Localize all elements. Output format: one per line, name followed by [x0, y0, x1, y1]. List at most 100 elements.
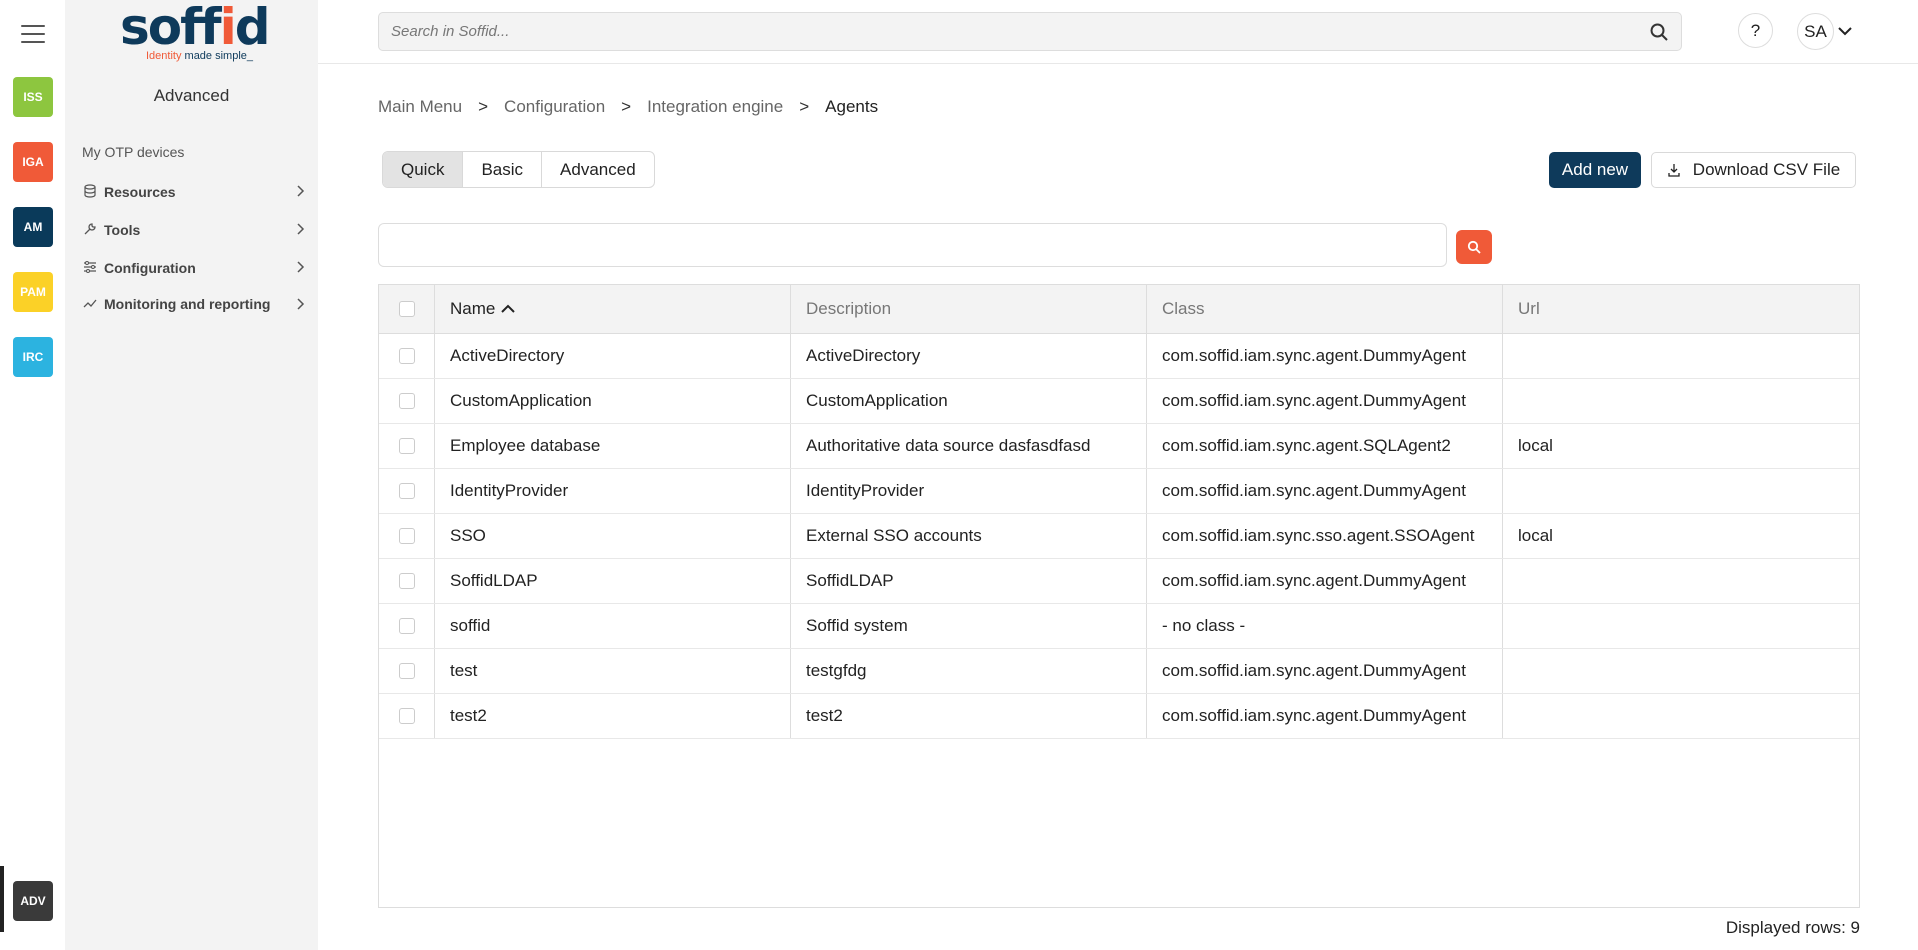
cell-url [1503, 334, 1859, 378]
download-csv-button[interactable]: Download CSV File [1651, 152, 1856, 188]
module-pam-button[interactable]: PAM [13, 272, 53, 312]
menu-item-monitoring[interactable]: Monitoring and reporting [82, 293, 307, 316]
module-iss-button[interactable]: ISS [13, 77, 53, 117]
agents-table: Name Description Class Url ActiveDirecto… [378, 284, 1860, 908]
logo-tag-a: Identity [146, 50, 182, 62]
logo-tag-b: made simple_ [181, 50, 254, 62]
cell-name: SSO [435, 514, 791, 558]
logo-text-i: i [219, 0, 237, 56]
menu-item-configuration[interactable]: Configuration [82, 257, 307, 279]
row-checkbox[interactable] [398, 483, 415, 499]
chart-line-icon [82, 294, 98, 316]
cell-description: SoffidLDAP [791, 559, 1147, 603]
menu-item-tools[interactable]: Tools [82, 219, 307, 241]
global-search-input[interactable] [379, 13, 1619, 50]
avatar: SA [1797, 13, 1834, 50]
row-select-cell [379, 694, 435, 738]
table-row[interactable]: Employee database Authoritative data sour… [379, 424, 1859, 469]
download-csv-label: Download CSV File [1692, 160, 1841, 179]
cell-url [1503, 694, 1859, 738]
module-irc-button[interactable]: IRC [13, 337, 53, 377]
menu-item-label: Monitoring and reporting [82, 293, 295, 316]
row-select-cell [379, 514, 435, 558]
select-all-checkbox[interactable] [398, 301, 415, 317]
logo-text-a: soff [120, 0, 222, 56]
row-checkbox[interactable] [398, 393, 415, 409]
soffid-logo[interactable]: soffid Identity made simple_ [120, 2, 271, 64]
breadcrumb-integration-engine[interactable]: Integration engine [647, 97, 783, 117]
cell-name: IdentityProvider [435, 469, 791, 513]
add-new-button[interactable]: Add new [1549, 152, 1641, 188]
sliders-icon [82, 260, 98, 277]
search-icon[interactable] [1649, 22, 1669, 42]
table-row[interactable]: IdentityProvider IdentityProvider com.soff… [379, 469, 1859, 514]
table-row[interactable]: ActiveDirectory ActiveDirectory com.soffid… [379, 334, 1859, 379]
tab-quick[interactable]: Quick [383, 152, 464, 187]
table-row[interactable]: SSO External SSO accounts com.soffid.iam.s… [379, 514, 1859, 559]
column-header-url[interactable]: Url [1503, 285, 1859, 333]
chevron-right-icon [295, 260, 307, 276]
module-adv-button[interactable]: ADV [13, 881, 53, 921]
cell-url [1503, 379, 1859, 423]
help-button[interactable]: ? [1738, 13, 1773, 48]
row-select-cell [379, 604, 435, 648]
menu-item-label: Tools [104, 222, 141, 238]
table-row[interactable]: soffid Soffid system - no class - [379, 604, 1859, 649]
module-am-button[interactable]: AM [13, 207, 53, 247]
module-iga-button[interactable]: IGA [13, 142, 53, 182]
chevron-right-icon [295, 184, 307, 200]
row-select-cell [379, 649, 435, 693]
row-checkbox[interactable] [398, 618, 415, 634]
menu-item-label: Configuration [104, 260, 196, 276]
cell-class: com.soffid.iam.sync.agent.DummyAgent [1147, 559, 1503, 603]
row-checkbox[interactable] [398, 348, 415, 364]
column-header-label: Name [450, 299, 496, 318]
tab-advanced[interactable]: Advanced [542, 152, 654, 187]
row-checkbox[interactable] [398, 573, 415, 589]
row-checkbox[interactable] [398, 438, 415, 454]
database-icon [82, 183, 98, 201]
cell-description: test2 [791, 694, 1147, 738]
column-header-class[interactable]: Class [1147, 285, 1503, 333]
breadcrumb-configuration[interactable]: Configuration [504, 97, 605, 117]
tab-basic[interactable]: Basic [463, 152, 543, 187]
row-checkbox[interactable] [398, 528, 415, 544]
quick-filter-input[interactable] [379, 224, 1446, 266]
row-select-cell [379, 379, 435, 423]
logo-wordmark: soffid [120, 2, 271, 52]
table-row[interactable]: test2 test2 com.soffid.iam.sync.agent.Dumm… [379, 694, 1859, 739]
table-row[interactable]: CustomApplication CustomApplication com.so… [379, 379, 1859, 424]
row-checkbox[interactable] [398, 663, 415, 679]
cell-url: local [1518, 526, 1553, 545]
row-select-cell [379, 469, 435, 513]
table-row[interactable]: test testgfdg com.soffid.iam.sync.agent.Du… [379, 649, 1859, 694]
table-row[interactable]: SoffidLDAP SoffidLDAP com.soffid.iam.sync.… [379, 559, 1859, 604]
top-bar: ? SA [318, 0, 1918, 64]
table-body: ActiveDirectory ActiveDirectory com.soffid… [379, 334, 1859, 739]
column-header-name[interactable]: Name [435, 285, 791, 333]
logo-text-b: d [234, 0, 271, 56]
side-menu: soffid Identity made simple_ Advanced My… [65, 0, 318, 950]
cell-url [1503, 469, 1859, 513]
quick-filter [378, 223, 1447, 267]
cell-description: External SSO accounts [791, 514, 1147, 558]
logo-tagline: Identity made simple_ [146, 50, 253, 62]
cell-description: ActiveDirectory [791, 334, 1147, 378]
breadcrumb-separator: > [478, 97, 489, 116]
select-all-cell [379, 285, 435, 333]
column-header-description[interactable]: Description [791, 285, 1147, 333]
cell-class: com.soffid.iam.sync.agent.DummyAgent [1147, 694, 1503, 738]
breadcrumb-main-menu[interactable]: Main Menu [378, 97, 462, 117]
cell-description: testgfdg [791, 649, 1147, 693]
menu-item-resources[interactable]: Resources [82, 181, 307, 203]
user-menu[interactable]: SA [1797, 13, 1877, 50]
row-checkbox[interactable] [398, 708, 415, 724]
hamburger-menu-icon[interactable] [21, 25, 45, 45]
cell-name: CustomApplication [435, 379, 791, 423]
search-mode-tabs: Quick Basic Advanced [382, 151, 655, 188]
row-select-cell [379, 424, 435, 468]
menu-item-otp-devices[interactable]: My OTP devices [82, 144, 307, 160]
chevron-right-icon [295, 222, 307, 238]
menu-item-monitoring-label: Monitoring and reporting [104, 296, 271, 312]
filter-search-button[interactable] [1456, 230, 1492, 264]
